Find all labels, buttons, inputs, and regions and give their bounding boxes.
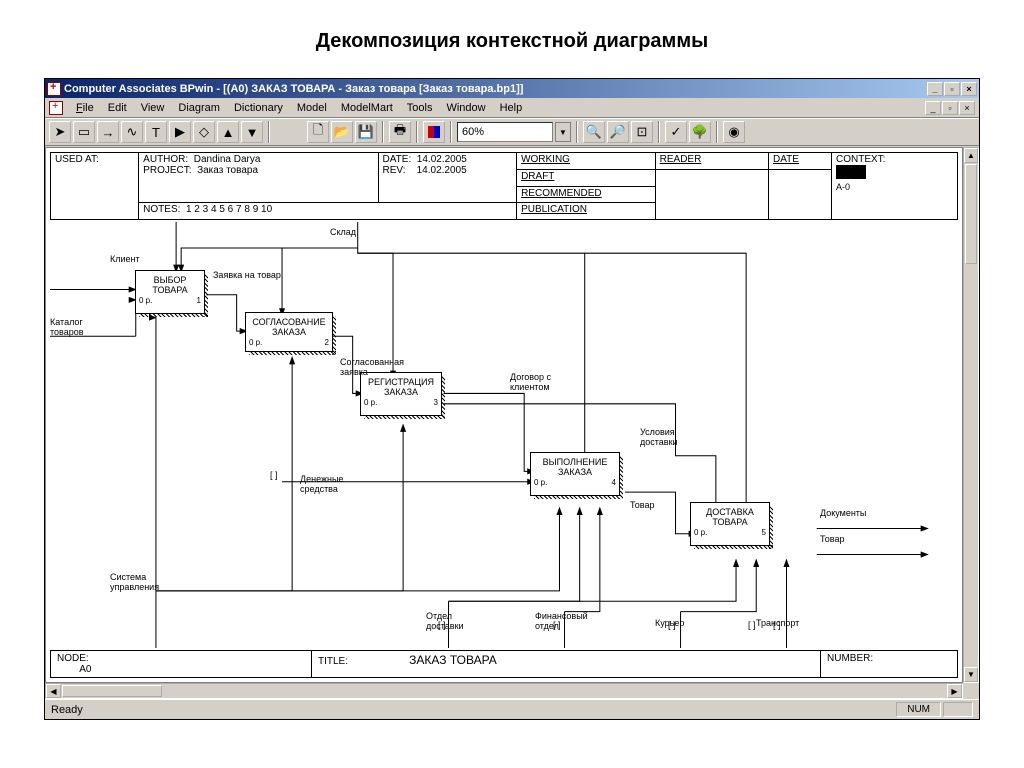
status-num: NUM: [896, 702, 941, 717]
page-title: Декомпозиция контекстной диаграммы: [0, 0, 1024, 78]
status-ready: Ready: [51, 704, 83, 716]
activity-box-2[interactable]: СОГЛАСОВАНИЕЗАКАЗА 0 р.2: [245, 312, 333, 352]
app-icon: [47, 82, 61, 96]
tunnel-mark: [ ]: [553, 620, 561, 630]
menu-window[interactable]: Window: [439, 102, 492, 114]
play-tool[interactable]: ▶: [169, 121, 191, 143]
diagram-footer-table: NODE: A0 TITLE: ЗАКАЗ ТОВАРА NUMBER:: [50, 650, 958, 678]
menu-tools[interactable]: Tools: [400, 102, 440, 114]
report-button[interactable]: [423, 121, 445, 143]
label-sistema: Системауправления: [110, 572, 159, 592]
activity-box-4[interactable]: ВЫПОЛНЕНИЕЗАКАЗА 0 р.4: [530, 452, 620, 496]
label-katalog: Каталогтоваров: [50, 317, 84, 337]
open-button[interactable]: 📂: [331, 121, 353, 143]
scroll-thumb-v[interactable]: [965, 164, 977, 264]
scroll-left-button[interactable]: ◀: [46, 684, 61, 698]
toolbar-shapes: ➤ ▭ → ∿ T ▶ ◇ ▲ ▼ 🗋 📂 💾 🖶 60% ▼ 🔍 🔎 ⊡ ✓ …: [45, 118, 979, 146]
zoom-in-button[interactable]: 🔍: [583, 121, 605, 143]
doc-icon[interactable]: [49, 101, 63, 115]
label-usloviya: Условиядоставки: [640, 427, 678, 447]
up-tool[interactable]: ▲: [217, 121, 239, 143]
diagram-canvas[interactable]: USED AT: AUTHOR: Dandina Darya PROJECT: …: [45, 147, 963, 683]
tunnel-mark: [ ]: [748, 620, 756, 630]
scroll-right-button[interactable]: ▶: [947, 684, 962, 698]
label-denezhnye: Денежныесредства: [300, 474, 343, 494]
label-fin: Финансовыйотдел: [535, 611, 588, 631]
modelmart-button[interactable]: ◉: [723, 121, 745, 143]
maximize-button[interactable]: ▫: [944, 82, 960, 96]
minimize-button[interactable]: _: [927, 82, 943, 96]
window-title: Computer Associates BPwin - [(A0) ЗАКАЗ …: [64, 83, 523, 95]
menu-view[interactable]: View: [134, 102, 172, 114]
scroll-thumb-h[interactable]: [62, 685, 162, 697]
workspace: USED AT: AUTHOR: Dandina Darya PROJECT: …: [45, 147, 979, 699]
down-tool[interactable]: ▼: [241, 121, 263, 143]
diamond-tool[interactable]: ◇: [193, 121, 215, 143]
text-tool[interactable]: T: [145, 121, 167, 143]
label-dokumenty: Документы: [820, 508, 866, 518]
fit-button[interactable]: ⊡: [631, 121, 653, 143]
diagram-header-table: USED AT: AUTHOR: Dandina Darya PROJECT: …: [50, 152, 958, 220]
label-klient: Клиент: [110, 254, 140, 264]
label-sklad: Склад: [330, 227, 356, 237]
app-window: Computer Associates BPwin - [(A0) ЗАКАЗ …: [44, 78, 980, 720]
pointer-tool[interactable]: ➤: [49, 121, 71, 143]
squiggle-tool[interactable]: ∿: [121, 121, 143, 143]
label-zayavka: Заявка на товар: [213, 270, 281, 280]
menu-file[interactable]: FFileile: [69, 102, 101, 114]
box-tool[interactable]: ▭: [73, 121, 95, 143]
close-button[interactable]: ×: [961, 82, 977, 96]
tree-button[interactable]: 🌳: [689, 121, 711, 143]
tunnel-mark: [ ]: [773, 620, 781, 630]
activity-box-5[interactable]: ДОСТАВКАТОВАРА 0 р.5: [690, 502, 770, 546]
tunnel-mark: [ ]: [270, 470, 278, 480]
statusbar: Ready NUM: [45, 699, 979, 719]
new-button[interactable]: 🗋: [307, 121, 329, 143]
doc-restore-button[interactable]: ▫: [942, 101, 958, 115]
scroll-up-button[interactable]: ▲: [964, 148, 978, 163]
label-soglasovannaya: Согласованнаязаявка: [340, 357, 404, 377]
doc-minimize-button[interactable]: _: [925, 101, 941, 115]
spellcheck-button[interactable]: ✓: [665, 121, 687, 143]
activity-box-1[interactable]: ВЫБОРТОВАРА 0 р.1: [135, 270, 205, 314]
menu-edit[interactable]: Edit: [101, 102, 134, 114]
horizontal-scrollbar[interactable]: ◀ ▶: [45, 683, 963, 699]
zoom-input[interactable]: 60%: [457, 122, 553, 142]
menu-modelmart[interactable]: ModelMart: [334, 102, 400, 114]
tunnel-mark: [ ]: [438, 620, 446, 630]
context-thumbnail: [836, 165, 866, 179]
vertical-scrollbar[interactable]: ▲ ▼: [963, 147, 979, 683]
menubar: FFileile Edit View Diagram Dictionary Mo…: [45, 98, 979, 118]
save-button[interactable]: 💾: [355, 121, 377, 143]
menu-diagram[interactable]: Diagram: [171, 102, 227, 114]
activity-box-3[interactable]: РЕГИСТРАЦИЯЗАКАЗА 0 р.3: [360, 372, 442, 416]
zoom-out-button[interactable]: 🔎: [607, 121, 629, 143]
scroll-corner: [963, 683, 979, 699]
menu-help[interactable]: Help: [493, 102, 530, 114]
status-empty: [943, 702, 973, 717]
doc-close-button[interactable]: ×: [959, 101, 975, 115]
label-tovar-out: Товар: [820, 534, 845, 544]
tunnel-mark: [ ]: [668, 620, 676, 630]
print-button[interactable]: 🖶: [389, 121, 411, 143]
menu-dictionary[interactable]: Dictionary: [227, 102, 290, 114]
titlebar: Computer Associates BPwin - [(A0) ЗАКАЗ …: [45, 79, 979, 98]
label-tovar: Товар: [630, 500, 655, 510]
label-dogovor: Договор склиентом: [510, 372, 551, 392]
arrow-tool[interactable]: →: [97, 121, 119, 143]
zoom-dropdown[interactable]: ▼: [555, 122, 571, 142]
diagram-area: ВЫБОРТОВАРА 0 р.1 СОГЛАСОВАНИЕЗАКАЗА 0 р…: [50, 222, 958, 648]
scroll-down-button[interactable]: ▼: [964, 667, 978, 682]
menu-model[interactable]: Model: [290, 102, 334, 114]
